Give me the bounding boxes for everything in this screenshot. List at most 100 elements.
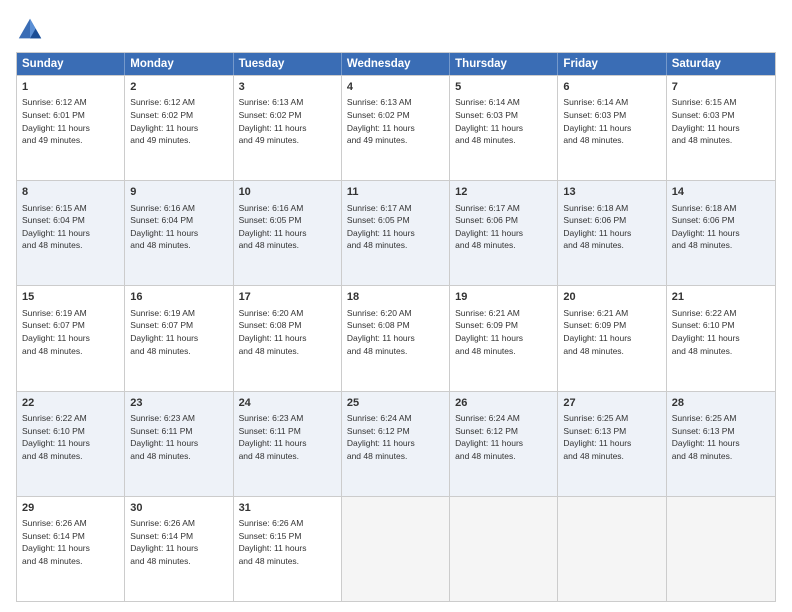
day-number: 17 [239,290,336,305]
cell-info: Sunrise: 6:12 AM Sunset: 6:01 PM Dayligh… [22,97,90,145]
day-number: 1 [22,80,119,95]
cell-info: Sunrise: 6:24 AM Sunset: 6:12 PM Dayligh… [455,413,523,461]
cell-info: Sunrise: 6:19 AM Sunset: 6:07 PM Dayligh… [130,308,198,356]
day-number: 23 [130,396,227,411]
cell-info: Sunrise: 6:21 AM Sunset: 6:09 PM Dayligh… [563,308,631,356]
day-number: 16 [130,290,227,305]
calendar-header-row: SundayMondayTuesdayWednesdayThursdayFrid… [17,53,775,75]
cell-info: Sunrise: 6:19 AM Sunset: 6:07 PM Dayligh… [22,308,90,356]
day-number: 30 [130,501,227,516]
logo-icon [16,16,44,44]
day-number: 6 [563,80,660,95]
cal-cell-day-25: 25 Sunrise: 6:24 AM Sunset: 6:12 PM Dayli… [342,392,450,496]
cell-info: Sunrise: 6:16 AM Sunset: 6:05 PM Dayligh… [239,203,307,251]
calendar: SundayMondayTuesdayWednesdayThursdayFrid… [16,52,776,602]
cal-cell-empty [342,497,450,601]
cell-info: Sunrise: 6:22 AM Sunset: 6:10 PM Dayligh… [22,413,90,461]
day-number: 26 [455,396,552,411]
cal-cell-day-20: 20 Sunrise: 6:21 AM Sunset: 6:09 PM Dayli… [558,286,666,390]
cal-cell-day-26: 26 Sunrise: 6:24 AM Sunset: 6:12 PM Dayli… [450,392,558,496]
cal-cell-day-27: 27 Sunrise: 6:25 AM Sunset: 6:13 PM Dayli… [558,392,666,496]
cell-info: Sunrise: 6:18 AM Sunset: 6:06 PM Dayligh… [672,203,740,251]
cell-info: Sunrise: 6:17 AM Sunset: 6:05 PM Dayligh… [347,203,415,251]
day-number: 20 [563,290,660,305]
day-number: 21 [672,290,770,305]
cal-header-thursday: Thursday [450,53,558,75]
day-number: 7 [672,80,770,95]
day-number: 24 [239,396,336,411]
cal-cell-day-5: 5 Sunrise: 6:14 AM Sunset: 6:03 PM Daylig… [450,76,558,180]
day-number: 19 [455,290,552,305]
cal-cell-day-29: 29 Sunrise: 6:26 AM Sunset: 6:14 PM Dayli… [17,497,125,601]
cal-cell-day-23: 23 Sunrise: 6:23 AM Sunset: 6:11 PM Dayli… [125,392,233,496]
day-number: 14 [672,185,770,200]
cal-cell-day-24: 24 Sunrise: 6:23 AM Sunset: 6:11 PM Dayli… [234,392,342,496]
cal-header-tuesday: Tuesday [234,53,342,75]
day-number: 11 [347,185,444,200]
calendar-body: 1 Sunrise: 6:12 AM Sunset: 6:01 PM Daylig… [17,75,775,601]
cal-header-friday: Friday [558,53,666,75]
cal-cell-day-8: 8 Sunrise: 6:15 AM Sunset: 6:04 PM Daylig… [17,181,125,285]
cell-info: Sunrise: 6:22 AM Sunset: 6:10 PM Dayligh… [672,308,740,356]
cal-row-1: 8 Sunrise: 6:15 AM Sunset: 6:04 PM Daylig… [17,180,775,285]
cal-header-saturday: Saturday [667,53,775,75]
header [16,16,776,44]
cal-header-monday: Monday [125,53,233,75]
cell-info: Sunrise: 6:23 AM Sunset: 6:11 PM Dayligh… [239,413,307,461]
day-number: 3 [239,80,336,95]
cal-cell-day-6: 6 Sunrise: 6:14 AM Sunset: 6:03 PM Daylig… [558,76,666,180]
cell-info: Sunrise: 6:15 AM Sunset: 6:04 PM Dayligh… [22,203,90,251]
cell-info: Sunrise: 6:16 AM Sunset: 6:04 PM Dayligh… [130,203,198,251]
cell-info: Sunrise: 6:14 AM Sunset: 6:03 PM Dayligh… [455,97,523,145]
cal-cell-day-30: 30Sunrise: 6:26 AM Sunset: 6:14 PM Dayli… [125,497,233,601]
cell-info: Sunrise: 6:14 AM Sunset: 6:03 PM Dayligh… [563,97,631,145]
day-number: 13 [563,185,660,200]
cal-row-0: 1 Sunrise: 6:12 AM Sunset: 6:01 PM Daylig… [17,75,775,180]
cal-cell-day-22: 22 Sunrise: 6:22 AM Sunset: 6:10 PM Dayli… [17,392,125,496]
cell-info: Sunrise: 6:15 AM Sunset: 6:03 PM Dayligh… [672,97,740,145]
cal-cell-day-3: 3 Sunrise: 6:13 AM Sunset: 6:02 PM Daylig… [234,76,342,180]
cell-info: Sunrise: 6:12 AM Sunset: 6:02 PM Dayligh… [130,97,198,145]
cal-cell-empty [667,497,775,601]
cal-cell-day-18: 18Sunrise: 6:20 AM Sunset: 6:08 PM Dayli… [342,286,450,390]
cell-info: Sunrise: 6:23 AM Sunset: 6:11 PM Dayligh… [130,413,198,461]
day-number: 25 [347,396,444,411]
cell-info: Sunrise: 6:13 AM Sunset: 6:02 PM Dayligh… [239,97,307,145]
cal-cell-day-1: 1 Sunrise: 6:12 AM Sunset: 6:01 PM Daylig… [17,76,125,180]
cell-info: Sunrise: 6:25 AM Sunset: 6:13 PM Dayligh… [672,413,740,461]
cal-header-wednesday: Wednesday [342,53,450,75]
day-number: 10 [239,185,336,200]
cal-cell-day-21: 21 Sunrise: 6:22 AM Sunset: 6:10 PM Dayli… [667,286,775,390]
day-number: 29 [22,501,119,516]
day-number: 8 [22,185,119,200]
cell-info: Sunrise: 6:24 AM Sunset: 6:12 PM Dayligh… [347,413,415,461]
cal-cell-day-31: 31Sunrise: 6:26 AM Sunset: 6:15 PM Dayli… [234,497,342,601]
cal-cell-day-7: 7 Sunrise: 6:15 AM Sunset: 6:03 PM Daylig… [667,76,775,180]
day-number: 12 [455,185,552,200]
cal-row-4: 29 Sunrise: 6:26 AM Sunset: 6:14 PM Dayli… [17,496,775,601]
cell-info: Sunrise: 6:13 AM Sunset: 6:02 PM Dayligh… [347,97,415,145]
cell-info: Sunrise: 6:21 AM Sunset: 6:09 PM Dayligh… [455,308,523,356]
cal-cell-day-17: 17 Sunrise: 6:20 AM Sunset: 6:08 PM Dayli… [234,286,342,390]
cal-header-sunday: Sunday [17,53,125,75]
day-number: 31 [239,501,336,516]
cell-info: Sunrise: 6:25 AM Sunset: 6:13 PM Dayligh… [563,413,631,461]
day-number: 27 [563,396,660,411]
cell-info: Sunrise: 6:26 AM Sunset: 6:14 PM Dayligh… [22,518,90,566]
cal-cell-day-13: 13 Sunrise: 6:18 AM Sunset: 6:06 PM Dayli… [558,181,666,285]
cal-cell-day-28: 28 Sunrise: 6:25 AM Sunset: 6:13 PM Dayli… [667,392,775,496]
cell-info: Sunrise: 6:18 AM Sunset: 6:06 PM Dayligh… [563,203,631,251]
cal-cell-day-10: 10 Sunrise: 6:16 AM Sunset: 6:05 PM Dayli… [234,181,342,285]
cell-info: Sunrise: 6:20 AM Sunset: 6:08 PM Dayligh… [239,308,307,356]
day-number: 22 [22,396,119,411]
cal-cell-empty [558,497,666,601]
day-number: 28 [672,396,770,411]
logo [16,16,48,44]
cal-cell-day-4: 4 Sunrise: 6:13 AM Sunset: 6:02 PM Daylig… [342,76,450,180]
day-number: 4 [347,80,444,95]
cell-info: Sunrise: 6:20 AM Sunset: 6:08 PM Dayligh… [347,308,415,356]
cal-cell-empty [450,497,558,601]
day-number: 5 [455,80,552,95]
cal-cell-day-19: 19 Sunrise: 6:21 AM Sunset: 6:09 PM Dayli… [450,286,558,390]
day-number: 15 [22,290,119,305]
